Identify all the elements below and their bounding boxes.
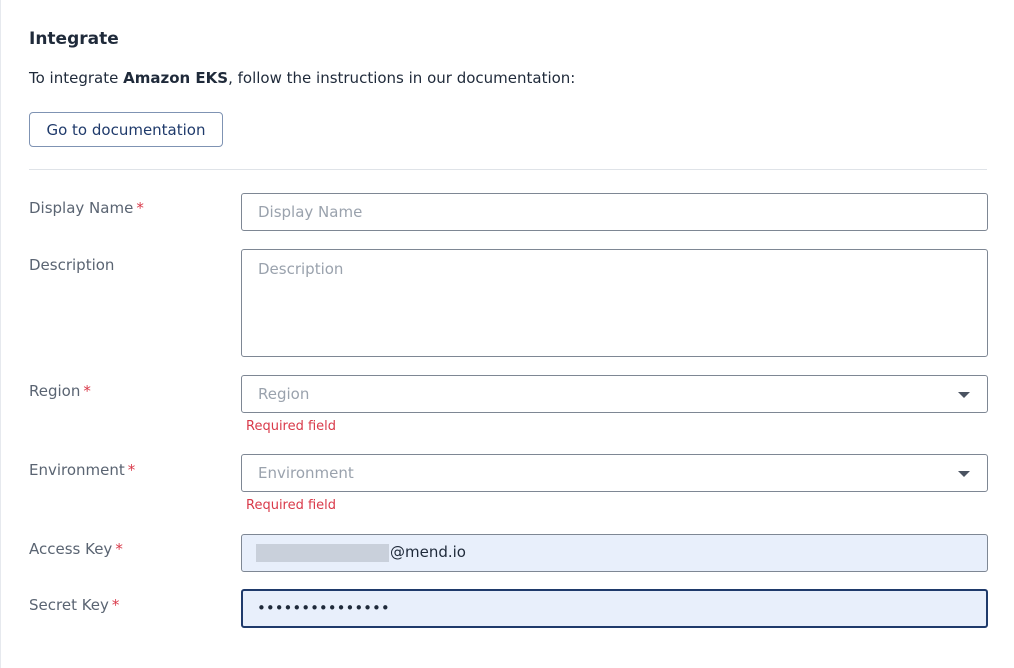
- region-label-text: Region: [29, 382, 81, 400]
- display-name-label: Display Name *: [29, 199, 144, 217]
- redacted-value-mask: [256, 544, 389, 562]
- access-key-label: Access Key *: [29, 540, 123, 558]
- divider: [29, 169, 987, 170]
- description-label: Description: [29, 256, 115, 274]
- required-mark: *: [83, 382, 91, 400]
- required-mark: *: [111, 596, 120, 614]
- display-name-input[interactable]: [241, 193, 988, 231]
- access-key-value-suffix: @mend.io: [390, 543, 466, 561]
- region-placeholder: Region: [258, 385, 310, 403]
- required-mark: *: [115, 540, 123, 558]
- chevron-down-icon: [958, 471, 970, 477]
- environment-select[interactable]: Environment: [241, 454, 988, 492]
- intro-prefix: To integrate: [29, 69, 124, 87]
- region-select[interactable]: Region: [241, 375, 988, 413]
- chevron-down-icon: [958, 392, 970, 398]
- intro-text: To integrate Amazon EKS, follow the inst…: [29, 69, 575, 87]
- environment-placeholder: Environment: [258, 464, 354, 482]
- environment-label: Environment *: [29, 461, 135, 479]
- secret-key-label: Secret Key *: [29, 596, 119, 614]
- intro-product: Amazon EKS: [123, 69, 229, 87]
- access-key-label-text: Access Key: [29, 540, 113, 558]
- display-name-label-text: Display Name: [29, 199, 134, 217]
- secret-key-label-text: Secret Key: [29, 596, 109, 614]
- section-title: Integrate: [29, 29, 119, 49]
- environment-error: Required field: [246, 498, 337, 513]
- region-error: Required field: [246, 419, 337, 434]
- intro-suffix: , follow the instructions in our documen…: [228, 69, 576, 87]
- go-to-documentation-button[interactable]: Go to documentation: [29, 112, 223, 147]
- required-mark: *: [136, 199, 144, 217]
- region-label: Region *: [29, 382, 91, 400]
- secret-key-masked-value: •••••••••••••••: [257, 599, 390, 617]
- environment-label-text: Environment: [29, 461, 125, 479]
- integrate-panel: Integrate To integrate Amazon EKS, follo…: [0, 0, 1014, 668]
- required-mark: *: [127, 461, 136, 479]
- description-textarea[interactable]: [241, 249, 988, 357]
